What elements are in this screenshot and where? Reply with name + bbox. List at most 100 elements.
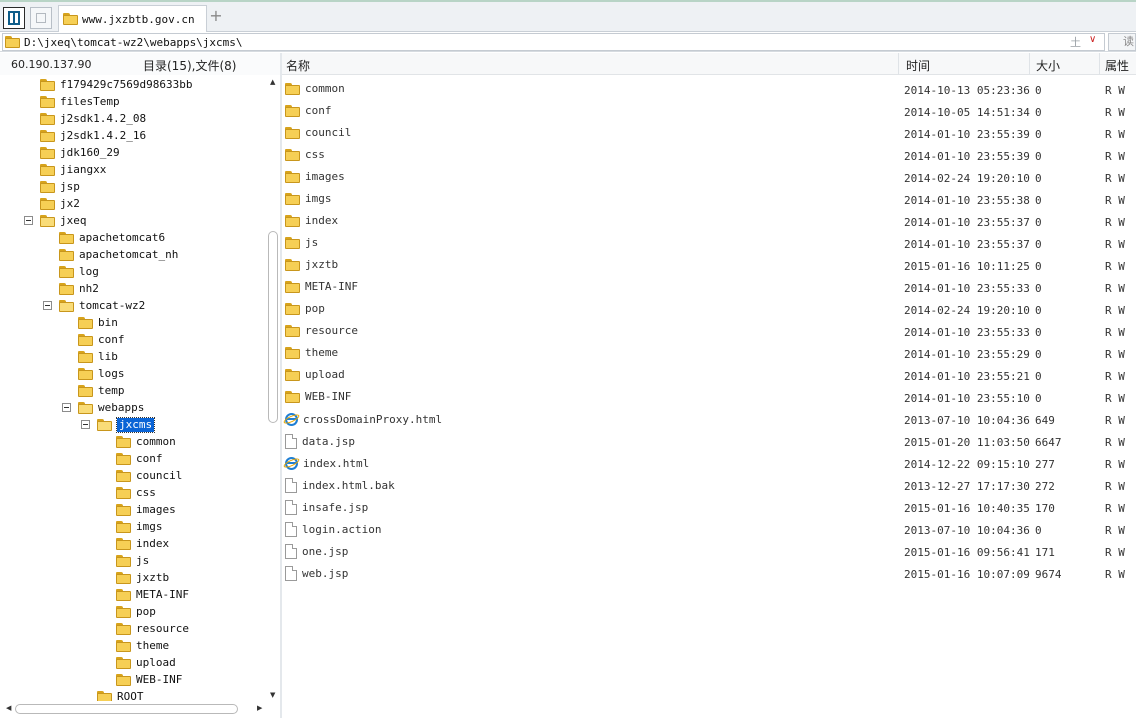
- tree-item[interactable]: council: [116, 467, 182, 484]
- tree-item-label: jxeq: [60, 213, 87, 227]
- address-input[interactable]: D:\jxeq\tomcat-wz2\webapps\jxcms\: [2, 33, 1105, 51]
- tree-item[interactable]: index: [116, 535, 169, 552]
- file-size: 0: [1035, 238, 1042, 251]
- collapse-toggle-icon[interactable]: [81, 420, 90, 429]
- tree-item[interactable]: upload: [116, 654, 176, 671]
- scroll-up-arrow-icon[interactable]: ▲: [270, 78, 275, 86]
- name-cell: index.html: [282, 456, 369, 471]
- list-row[interactable]: images 2014-02-24 19:20:10 0 R W: [282, 166, 1136, 188]
- scroll-down-arrow-icon[interactable]: ▼: [270, 691, 275, 699]
- tree-item[interactable]: WEB-INF: [116, 671, 182, 688]
- list-row[interactable]: data.jsp 2015-01-20 11:03:50 6647 R W: [282, 430, 1136, 452]
- scroll-thumb[interactable]: [15, 704, 238, 714]
- collapse-toggle-icon[interactable]: [43, 301, 52, 310]
- column-header-name[interactable]: 名称: [286, 57, 310, 74]
- list-row[interactable]: login.action 2013-07-10 10:04:36 0 R W: [282, 518, 1136, 540]
- list-row[interactable]: resource 2014-01-10 23:55:33 0 R W: [282, 320, 1136, 342]
- file-size: 0: [1035, 128, 1042, 141]
- scroll-right-arrow-icon[interactable]: ▶: [257, 704, 262, 712]
- tree-item[interactable]: jx2: [40, 195, 80, 212]
- column-separator[interactable]: [1029, 53, 1030, 75]
- list-row[interactable]: index 2014-01-10 23:55:37 0 R W: [282, 210, 1136, 232]
- tree-item[interactable]: META-INF: [116, 586, 189, 603]
- tree-item[interactable]: apachetomcat6: [59, 229, 165, 246]
- tree-item[interactable]: conf: [116, 450, 163, 467]
- collapse-toggle-icon[interactable]: [62, 403, 71, 412]
- list-row[interactable]: web.jsp 2015-01-16 10:07:09 9674 R W: [282, 562, 1136, 584]
- column-separator[interactable]: [898, 53, 899, 75]
- file-name: index: [305, 214, 339, 227]
- tree-item[interactable]: lib: [78, 348, 118, 365]
- list-row[interactable]: imgs 2014-01-10 23:55:38 0 R W: [282, 188, 1136, 210]
- tree-item[interactable]: images: [116, 501, 176, 518]
- tree-item[interactable]: logs: [78, 365, 125, 382]
- file-size: 9674: [1035, 568, 1062, 581]
- tree-item[interactable]: common: [116, 433, 176, 450]
- tree-item[interactable]: imgs: [116, 518, 163, 535]
- scroll-left-arrow-icon[interactable]: ◀: [6, 704, 11, 712]
- tree-item[interactable]: j2sdk1.4.2_16: [40, 127, 146, 144]
- tree-item[interactable]: jxcms: [81, 416, 156, 433]
- tree-horizontal-scrollbar[interactable]: ◀ ▶: [0, 701, 280, 718]
- tree-item[interactable]: temp: [78, 382, 125, 399]
- tree-item[interactable]: theme: [116, 637, 169, 654]
- list-row[interactable]: one.jsp 2015-01-16 09:56:41 171 R W: [282, 540, 1136, 562]
- scroll-thumb[interactable]: [268, 231, 278, 423]
- list-row[interactable]: upload 2014-01-10 23:55:21 0 R W: [282, 364, 1136, 386]
- tree-item[interactable]: jxeq: [24, 212, 87, 229]
- list-row[interactable]: common 2014-10-13 05:23:36 0 R W: [282, 78, 1136, 100]
- chevron-down-icon[interactable]: ∨: [1089, 34, 1096, 45]
- list-row[interactable]: pop 2014-02-24 19:20:10 0 R W: [282, 298, 1136, 320]
- column-header-attr[interactable]: 属性: [1105, 57, 1129, 74]
- tree-item[interactable]: jsp: [40, 178, 80, 195]
- file-size: 6647: [1035, 436, 1062, 449]
- tree-item[interactable]: bin: [78, 314, 118, 331]
- folder-icon: [116, 452, 131, 465]
- list-row[interactable]: council 2014-01-10 23:55:39 0 R W: [282, 122, 1136, 144]
- blank-tab-icon[interactable]: [30, 7, 52, 29]
- tree-item[interactable]: conf: [78, 331, 125, 348]
- tree-vertical-scrollbar[interactable]: ▲ ▼: [266, 75, 280, 701]
- tree-item[interactable]: jdk160_29: [40, 144, 120, 161]
- folder-icon: [116, 571, 131, 584]
- list-row[interactable]: index.html.bak 2013-12-27 17:17:30 272 R W: [282, 474, 1136, 496]
- file-size: 0: [1035, 282, 1042, 295]
- column-header-size[interactable]: 大小: [1036, 57, 1060, 74]
- upload-icon[interactable]: 土: [1070, 34, 1081, 50]
- list-row[interactable]: index.html 2014-12-22 09:15:10 277 R W: [282, 452, 1136, 474]
- tree-item[interactable]: jiangxx: [40, 161, 106, 178]
- tree-item[interactable]: f179429c7569d98633bb: [40, 76, 192, 93]
- tree-item[interactable]: js: [116, 552, 149, 569]
- list-row[interactable]: jxztb 2015-01-16 10:11:25 0 R W: [282, 254, 1136, 276]
- tab-active[interactable]: www.jxzbtb.gov.cn: [58, 5, 207, 32]
- read-button[interactable]: 读: [1108, 33, 1136, 51]
- tree-item[interactable]: tomcat-wz2: [43, 297, 145, 314]
- list-row[interactable]: css 2014-01-10 23:55:39 0 R W: [282, 144, 1136, 166]
- tab-bar-top-line: [0, 0, 1136, 2]
- tree-item[interactable]: jxztb: [116, 569, 169, 586]
- tree-item[interactable]: apachetomcat_nh: [59, 246, 178, 263]
- new-tab-button[interactable]: +: [209, 7, 223, 25]
- tree-item[interactable]: webapps: [62, 399, 144, 416]
- tree-item[interactable]: css: [116, 484, 156, 501]
- list-row[interactable]: js 2014-01-10 23:55:37 0 R W: [282, 232, 1136, 254]
- file-icon: [285, 544, 297, 559]
- tree-item[interactable]: nh2: [59, 280, 99, 297]
- tree-item[interactable]: resource: [116, 620, 189, 637]
- file-name: upload: [305, 368, 345, 381]
- tree-item[interactable]: filesTemp: [40, 93, 120, 110]
- list-row[interactable]: insafe.jsp 2015-01-16 10:40:35 170 R W: [282, 496, 1136, 518]
- tree-item[interactable]: ROOT: [97, 688, 144, 701]
- list-row[interactable]: crossDomainProxy.html 2013-07-10 10:04:36…: [282, 408, 1136, 430]
- list-row[interactable]: META-INF 2014-01-10 23:55:33 0 R W: [282, 276, 1136, 298]
- tree-item[interactable]: j2sdk1.4.2_08: [40, 110, 146, 127]
- list-row[interactable]: WEB-INF 2014-01-10 23:55:10 0 R W: [282, 386, 1136, 408]
- collapse-toggle-icon[interactable]: [24, 216, 33, 225]
- list-row[interactable]: theme 2014-01-10 23:55:29 0 R W: [282, 342, 1136, 364]
- column-separator[interactable]: [1099, 53, 1100, 75]
- list-row[interactable]: conf 2014-10-05 14:51:34 0 R W: [282, 100, 1136, 122]
- tree-item[interactable]: log: [59, 263, 99, 280]
- tree-item[interactable]: pop: [116, 603, 156, 620]
- column-header-time[interactable]: 时间: [906, 57, 930, 74]
- panel-toggle-icon[interactable]: [3, 7, 25, 29]
